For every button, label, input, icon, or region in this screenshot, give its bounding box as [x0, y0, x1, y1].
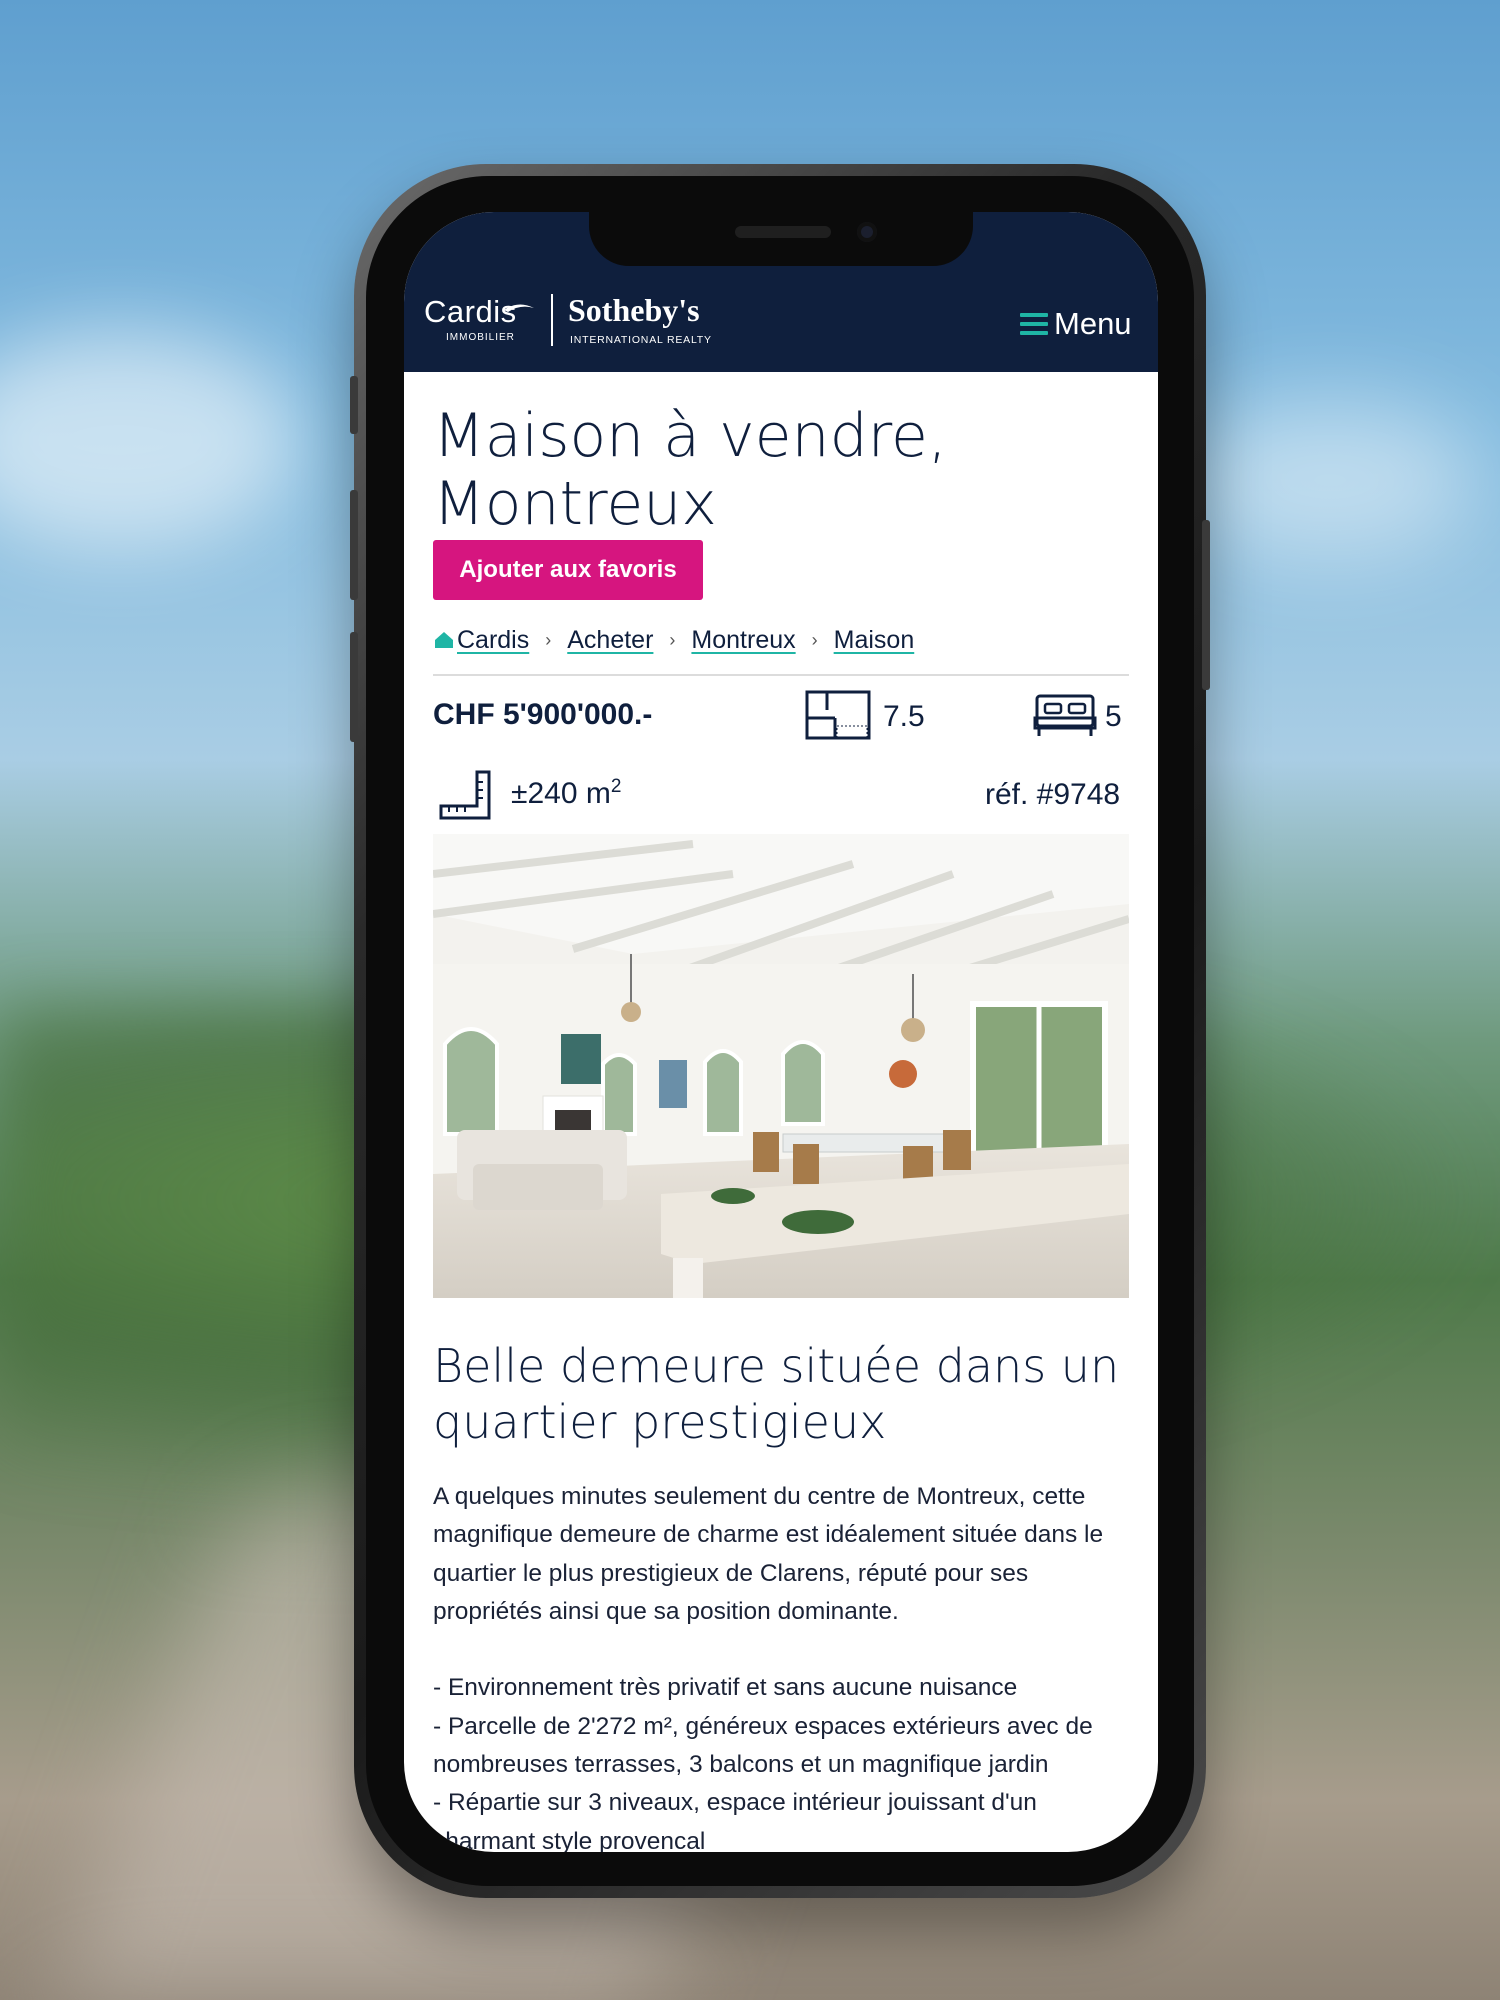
breadcrumb: Cardis › Acheter › Montreux › Maison	[433, 620, 914, 660]
front-camera	[857, 222, 877, 242]
power-button	[1202, 520, 1210, 690]
area-unit-superscript: 2	[610, 776, 622, 797]
phone-screen: Cardis IMMOBILIER Sotheby's INTERNATIONA…	[404, 212, 1158, 1852]
chevron-right-icon: ›	[811, 629, 818, 650]
living-room-photo	[433, 834, 1129, 1298]
breadcrumb-cardis[interactable]: Cardis	[457, 626, 529, 655]
logo-sothebys-text: Sotheby's	[568, 292, 700, 328]
logo-cardis-subtitle: IMMOBILIER	[446, 332, 515, 343]
bed-icon	[1033, 694, 1097, 736]
breadcrumb-maison[interactable]: Maison	[834, 626, 915, 655]
speaker	[735, 226, 831, 238]
floorplan-icon	[805, 690, 871, 740]
chevron-right-icon: ›	[669, 629, 676, 650]
logo-swoosh-icon	[504, 304, 534, 312]
mute-switch	[350, 376, 358, 434]
rooms-count: 7.5	[883, 700, 925, 733]
volume-up-button	[350, 490, 358, 600]
breadcrumb-montreux[interactable]: Montreux	[691, 626, 795, 655]
menu-button[interactable]: Menu	[1020, 306, 1132, 342]
listing-reference: réf. #9748	[985, 778, 1121, 811]
hamburger-icon	[1020, 313, 1048, 335]
section-title: Belle demeure située dans un quartier pr…	[433, 1339, 1120, 1449]
page-title: Maison à vendre, Montreux	[433, 401, 947, 539]
home-icon	[435, 632, 453, 648]
add-to-favorites-button[interactable]: Ajouter aux favoris	[433, 540, 703, 600]
background-cloud	[0, 330, 300, 550]
listing-description: A quelques minutes seulement du centre d…	[433, 1483, 1104, 1852]
bedrooms-count: 5	[1105, 700, 1122, 733]
surface-area: ±240 m2	[511, 776, 622, 810]
listing-price: CHF 5'900'000.-	[433, 698, 653, 731]
menu-label: Menu	[1054, 306, 1132, 341]
logo-sothebys-subtitle: INTERNATIONAL REALTY	[570, 334, 712, 346]
chevron-right-icon: ›	[545, 629, 552, 650]
background-cloud	[1180, 400, 1480, 560]
logo-divider	[551, 294, 553, 346]
listing-photo[interactable]	[433, 834, 1129, 1298]
volume-down-button	[350, 632, 358, 742]
divider	[433, 674, 1129, 676]
breadcrumb-acheter[interactable]: Acheter	[567, 626, 653, 655]
notch	[589, 212, 973, 266]
area-ruler-icon	[439, 770, 491, 820]
